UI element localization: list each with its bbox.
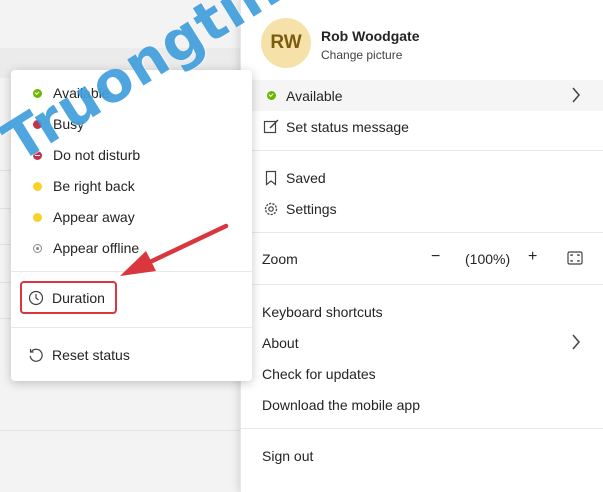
menu-divider — [11, 271, 252, 272]
profile-header: RW Rob Woodgate Change picture — [241, 0, 603, 78]
duration-highlight-box — [20, 281, 117, 314]
chevron-right-icon — [571, 86, 581, 107]
sign-out-item[interactable]: Sign out — [241, 440, 603, 471]
zoom-in-button[interactable]: + — [528, 248, 537, 266]
download-mobile-app-label: Download the mobile app — [262, 396, 420, 413]
menu-divider — [241, 428, 603, 429]
status-option-do-not-disturb[interactable]: Do not disturb — [11, 140, 252, 170]
zoom-label: Zoom — [262, 251, 298, 267]
fit-to-screen-icon[interactable] — [567, 251, 583, 268]
current-status-label: Available — [286, 87, 343, 104]
menu-divider — [241, 232, 603, 233]
status-option-appear-away[interactable]: Appear away — [11, 202, 252, 232]
zoom-row: Zoom − (100%) + — [241, 243, 603, 274]
status-submenu: Available Busy Do not disturb Be right b… — [11, 70, 252, 381]
set-status-message-label: Set status message — [286, 118, 409, 135]
about-label: About — [262, 334, 299, 351]
avatar[interactable]: RW — [261, 18, 311, 68]
check-for-updates-label: Check for updates — [262, 365, 376, 382]
chevron-right-icon — [571, 333, 581, 354]
menu-divider — [11, 327, 252, 328]
current-status-item[interactable]: Available — [241, 80, 603, 111]
status-option-label: Available — [53, 85, 110, 101]
status-option-label: Appear offline — [53, 240, 140, 256]
settings-label: Settings — [286, 200, 337, 217]
zoom-out-button[interactable]: − — [431, 248, 440, 266]
gear-icon — [262, 200, 280, 218]
reset-status-item[interactable]: Reset status — [11, 340, 252, 370]
status-option-be-right-back[interactable]: Be right back — [11, 171, 252, 201]
available-status-icon — [262, 87, 280, 105]
background-divider — [0, 430, 240, 431]
status-option-appear-offline[interactable]: Appear offline — [11, 233, 252, 263]
status-option-busy[interactable]: Busy — [11, 109, 252, 139]
busy-status-icon — [31, 118, 43, 130]
download-mobile-app-item[interactable]: Download the mobile app — [241, 389, 603, 420]
set-status-message-item[interactable]: Set status message — [241, 111, 603, 142]
reset-status-label: Reset status — [52, 347, 130, 363]
offline-status-icon — [31, 242, 43, 254]
status-option-available[interactable]: Available — [11, 78, 252, 108]
zoom-value: (100%) — [465, 251, 511, 267]
status-option-label: Do not disturb — [53, 147, 141, 163]
keyboard-shortcuts-item[interactable]: Keyboard shortcuts — [241, 296, 603, 327]
menu-divider — [241, 284, 603, 285]
status-option-label: Appear away — [53, 209, 135, 225]
do-not-disturb-status-icon — [31, 149, 43, 161]
saved-item[interactable]: Saved — [241, 162, 603, 193]
settings-item[interactable]: Settings — [241, 193, 603, 224]
profile-menu: RW Rob Woodgate Change picture Available… — [240, 0, 603, 492]
status-option-label: Be right back — [53, 178, 135, 194]
user-name: Rob Woodgate — [321, 28, 420, 44]
away-status-icon — [31, 180, 43, 192]
check-for-updates-item[interactable]: Check for updates — [241, 358, 603, 389]
bookmark-icon — [262, 169, 280, 187]
away-status-icon — [31, 211, 43, 223]
available-status-icon — [31, 87, 43, 99]
reset-icon — [28, 347, 44, 363]
about-item[interactable]: About — [241, 327, 603, 358]
menu-divider — [241, 150, 603, 151]
saved-label: Saved — [286, 169, 326, 186]
edit-message-icon — [262, 118, 280, 136]
sign-out-label: Sign out — [262, 447, 314, 464]
change-picture-link[interactable]: Change picture — [321, 48, 402, 62]
status-option-label: Busy — [53, 116, 85, 132]
keyboard-shortcuts-label: Keyboard shortcuts — [262, 303, 383, 320]
